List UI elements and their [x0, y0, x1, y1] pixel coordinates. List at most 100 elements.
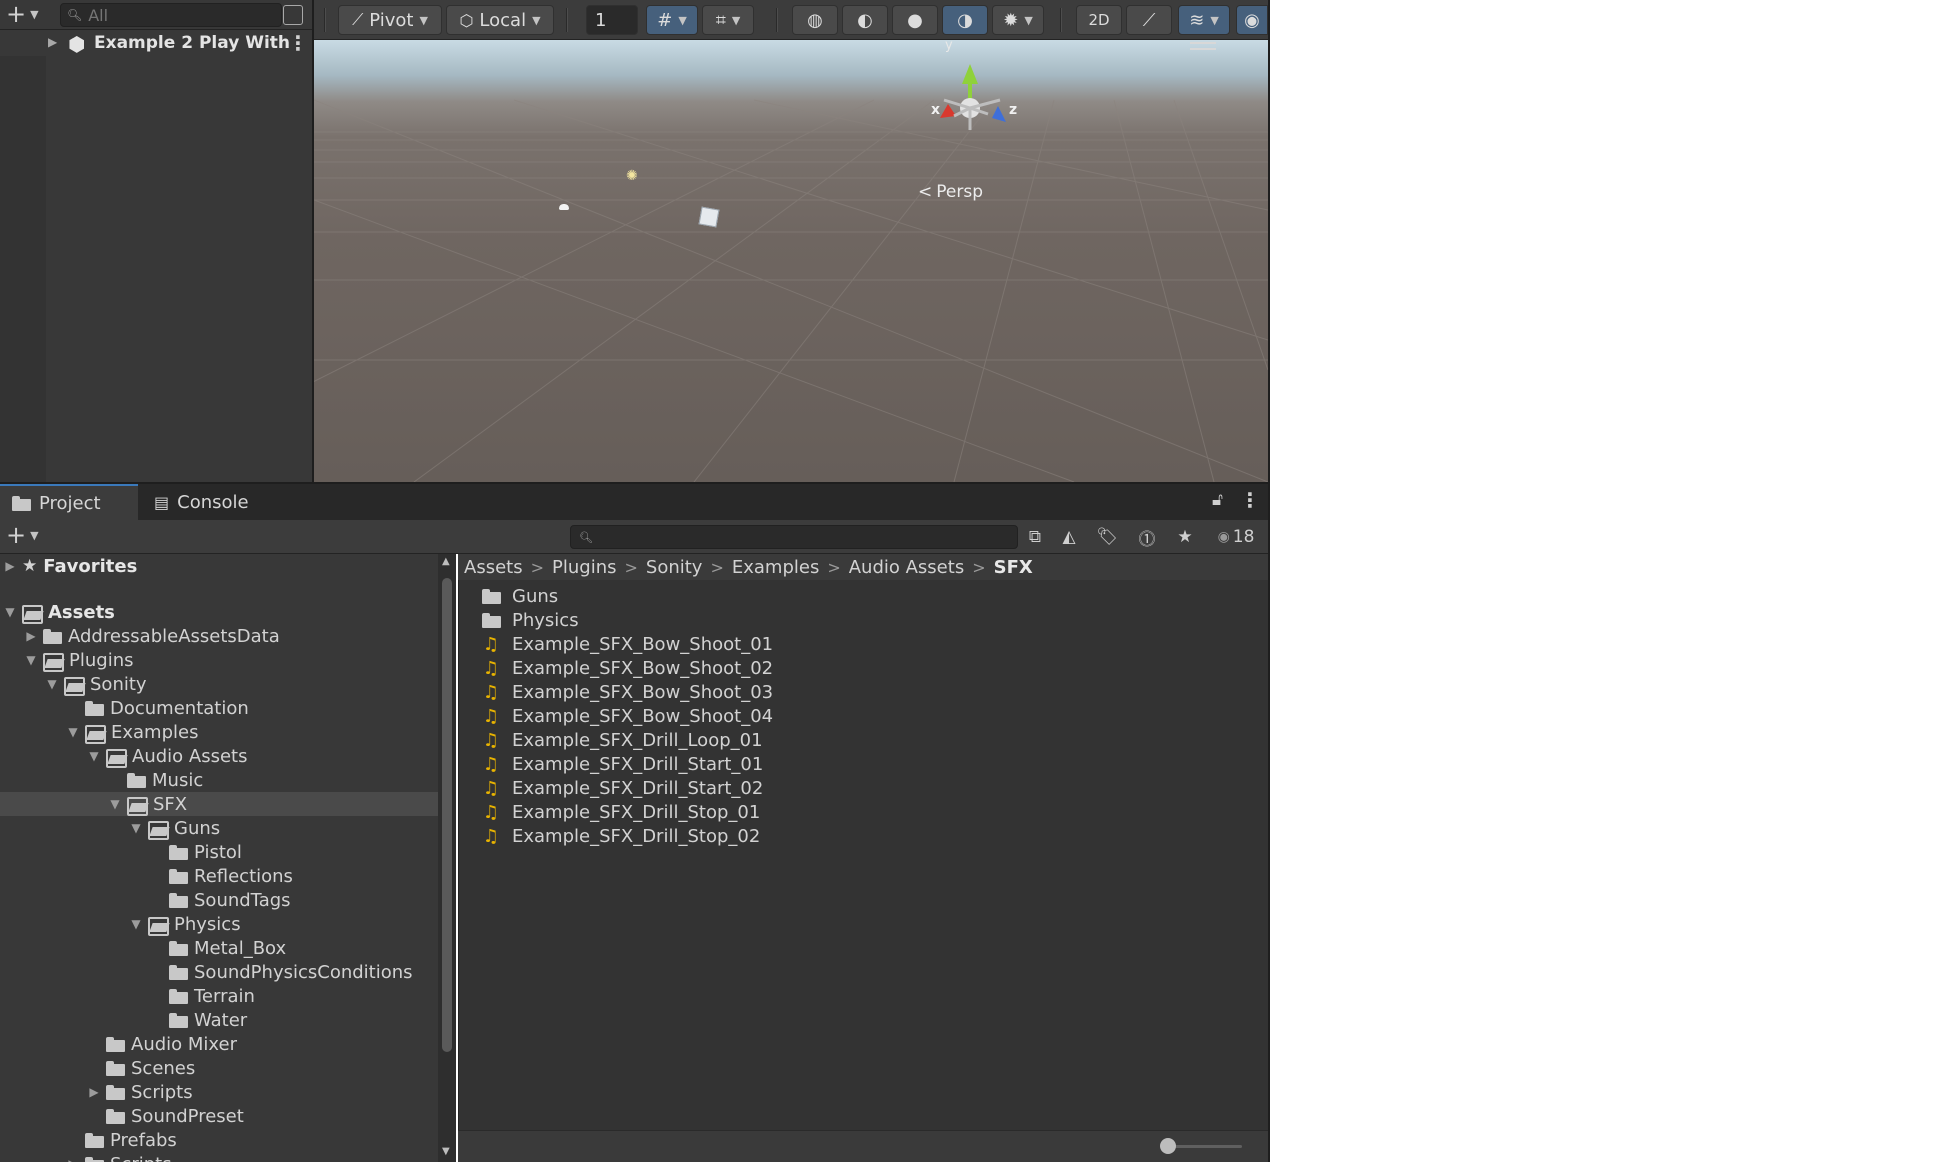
shaded-wireframe-button[interactable]: ◐	[842, 5, 888, 35]
expand-arrow-icon[interactable]: ▶	[48, 35, 57, 49]
filter-by-type-icon[interactable]: ◭	[1054, 524, 1084, 550]
tree-item[interactable]: ▶ AddressableAssetsData	[0, 624, 438, 648]
icon-size-slider-knob[interactable]	[1160, 1138, 1176, 1154]
lock-icon[interactable]: 🔓︎	[1212, 490, 1223, 510]
audio-clip-item[interactable]: ♫ Example_SFX_Drill_Stop_02	[482, 824, 760, 848]
light-gizmo-icon[interactable]: ✺	[626, 168, 638, 184]
tab-project[interactable]: Project	[0, 484, 138, 520]
grid-snap-field[interactable]: 1	[586, 5, 638, 35]
expand-arrow-icon[interactable]: ▶	[23, 629, 39, 643]
tree-item[interactable]: ▶ Scripts	[0, 1152, 438, 1162]
hidden-packages-toggle[interactable]: ◉ 18	[1208, 524, 1264, 550]
kebab-menu-icon[interactable]: ⋮	[288, 31, 308, 55]
effects-toggle-button[interactable]: ≋ ▼	[1178, 5, 1230, 35]
audio-clip-item[interactable]: ♫ Example_SFX_Drill_Stop_01	[482, 800, 760, 824]
debug-draw-mode-button[interactable]: ✹ ▼	[992, 5, 1044, 35]
tree-item[interactable]: ▶ Scripts	[0, 1080, 438, 1104]
breadcrumb-item[interactable]: Sonity	[646, 557, 703, 578]
audio-clip-item[interactable]: ♫ Example_SFX_Bow_Shoot_01	[482, 632, 773, 656]
kebab-menu-icon[interactable]: ⋮	[1240, 488, 1260, 512]
2d-toggle-button[interactable]: 2D	[1076, 5, 1122, 35]
tree-item[interactable]: Water	[0, 1008, 438, 1032]
tree-item[interactable]: ▶ ★ Favorites	[0, 554, 438, 578]
audio-clip-item[interactable]: ♫ Example_SFX_Bow_Shoot_02	[482, 656, 773, 680]
tree-item[interactable]: Prefabs	[0, 1128, 438, 1152]
visibility-button[interactable]: ◉	[1236, 5, 1268, 35]
expand-arrow-icon[interactable]: ▶	[86, 1085, 102, 1099]
tree-item[interactable]: ▼ Plugins	[0, 648, 438, 672]
gizmo-drag-handle[interactable]	[1190, 42, 1216, 50]
pivot-dropdown[interactable]: ⟋ Pivot ▼	[338, 5, 442, 35]
expand-arrow-icon[interactable]: ▼	[23, 653, 39, 667]
expand-arrow-icon[interactable]: ▼	[128, 917, 144, 931]
camera-gizmo-icon[interactable]	[559, 204, 569, 210]
audio-toggle-button[interactable]: ⟋	[1126, 5, 1172, 35]
filter-by-label-icon[interactable]: 🏷︎	[1092, 524, 1122, 550]
expand-arrow-icon[interactable]: ▼	[44, 677, 60, 691]
hierarchy-search-input[interactable]	[88, 5, 259, 25]
breadcrumb-item[interactable]: Audio Assets	[849, 557, 964, 578]
breadcrumb-item[interactable]: Plugins	[552, 557, 616, 578]
folder-item[interactable]: Guns	[482, 584, 558, 608]
tree-item[interactable]: ▼ Physics	[0, 912, 438, 936]
tree-item[interactable]: ▼ Assets	[0, 600, 438, 624]
expand-arrow-icon[interactable]: ▶	[65, 1157, 81, 1162]
tree-item[interactable]: Reflections	[0, 864, 438, 888]
tree-item[interactable]: Documentation	[0, 696, 438, 720]
folder-item[interactable]: Physics	[482, 608, 579, 632]
cube-object[interactable]	[698, 206, 720, 228]
breadcrumb-item[interactable]: SFX	[994, 557, 1033, 578]
scroll-up-icon[interactable]: ▲	[442, 556, 450, 567]
expand-arrow-icon[interactable]: ▶	[2, 559, 18, 573]
tree-item[interactable]: Scenes	[0, 1056, 438, 1080]
scroll-down-icon[interactable]: ▼	[442, 1146, 450, 1157]
tab-console[interactable]: ▤ Console	[142, 484, 266, 520]
tree-item[interactable]: ▼ Examples	[0, 720, 438, 744]
breadcrumb-item[interactable]: Assets	[464, 557, 523, 578]
tree-item[interactable]: Metal_Box	[0, 936, 438, 960]
tree-item[interactable]: Pistol	[0, 840, 438, 864]
tree-item[interactable]: SoundPreset	[0, 1104, 438, 1128]
tree-item[interactable]: ▼ Sonity	[0, 672, 438, 696]
tree-item[interactable]: SoundPhysicsConditions	[0, 960, 438, 984]
lighting-button[interactable]: ◑	[942, 5, 988, 35]
audio-clip-item[interactable]: ♫ Example_SFX_Bow_Shoot_04	[482, 704, 773, 728]
snap-toggle-button[interactable]: ⌗ ▼	[702, 5, 754, 35]
icon-size-slider[interactable]	[1170, 1145, 1242, 1148]
tree-item[interactable]: ▼ Guns	[0, 816, 438, 840]
local-dropdown[interactable]: ⬡ Local ▼	[446, 5, 554, 35]
tree-item[interactable]: Terrain	[0, 984, 438, 1008]
scene-viewport[interactable]: ✺ y x z < Persp	[314, 40, 1268, 482]
project-search[interactable]: 🔍︎	[570, 525, 1018, 549]
expand-arrow-icon[interactable]: ▼	[128, 821, 144, 835]
expand-arrow-icon[interactable]: ▼	[86, 749, 102, 763]
grid-toggle-button[interactable]: # ▼	[646, 5, 698, 35]
expand-arrow-icon[interactable]: ▼	[2, 605, 18, 619]
shaded-button[interactable]: ●	[892, 5, 938, 35]
scrollbar-thumb[interactable]	[442, 578, 452, 1052]
expand-arrow-icon[interactable]: ▼	[107, 797, 123, 811]
tree-item[interactable]: Music	[0, 768, 438, 792]
wireframe-shading-button[interactable]: ◍	[792, 5, 838, 35]
folder-tree[interactable]: ▶ ★ Favorites ▼ Assets ▶ AddressableAssetsData…	[0, 554, 438, 1162]
create-asset-button[interactable]: + ▼	[6, 523, 39, 547]
tree-item[interactable]: ▼ Audio Assets	[0, 744, 438, 768]
audio-clip-item[interactable]: ♫ Example_SFX_Drill_Loop_01	[482, 728, 763, 752]
breadcrumb-item[interactable]: Examples	[732, 557, 819, 578]
expand-arrow-icon[interactable]: ▼	[65, 725, 81, 739]
maximize-icon[interactable]	[283, 5, 303, 25]
search-maximize-icon[interactable]: ⧉	[1020, 524, 1050, 550]
tree-item[interactable]: SoundTags	[0, 888, 438, 912]
audio-clip-item[interactable]: ♫ Example_SFX_Bow_Shoot_03	[482, 680, 773, 704]
tree-item[interactable]: ▼ SFX	[0, 792, 438, 816]
scene-row[interactable]: ▶ ⬢ Example 2 Play With ⋮	[0, 30, 312, 56]
projection-toggle[interactable]: < Persp	[918, 182, 983, 202]
favorites-star-icon[interactable]: ★	[1170, 524, 1200, 550]
tree-item[interactable]: Audio Mixer	[0, 1032, 438, 1056]
create-button[interactable]: + ▼	[6, 2, 39, 26]
filter-by-log-icon[interactable]: ⓵	[1132, 524, 1162, 550]
hierarchy-search[interactable]: 🔍︎	[60, 3, 282, 27]
audio-clip-item[interactable]: ♫ Example_SFX_Drill_Start_02	[482, 776, 763, 800]
audio-clip-item[interactable]: ♫ Example_SFX_Drill_Start_01	[482, 752, 763, 776]
orientation-gizmo[interactable]	[900, 50, 1040, 160]
